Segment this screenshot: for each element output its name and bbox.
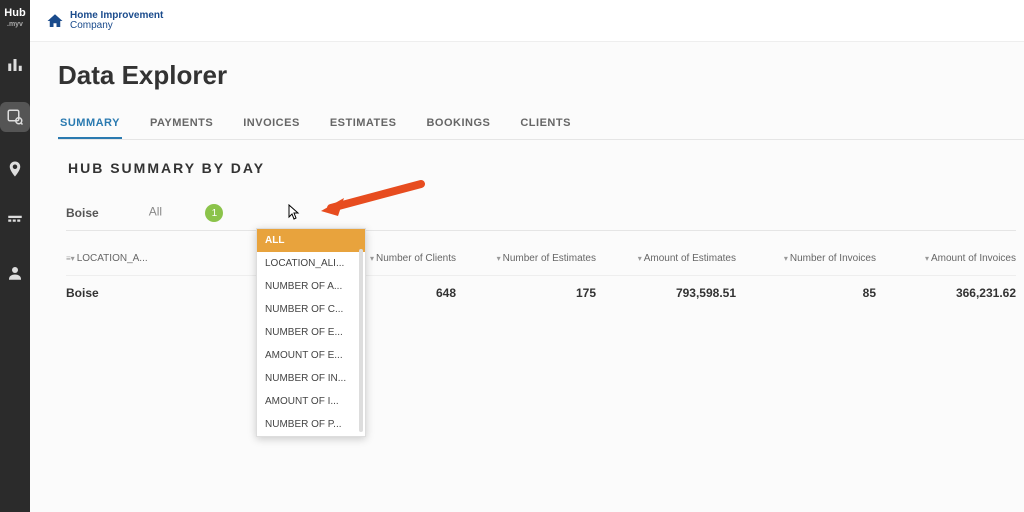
th-estimates[interactable]: ▾Number of Estimates bbox=[456, 253, 596, 264]
rail-logo-sub: .myv bbox=[4, 21, 25, 28]
rail-logo-text: Hub bbox=[4, 7, 25, 19]
th-location[interactable]: ≡▾LOCATION_A... bbox=[66, 253, 176, 264]
dropdown-item-all[interactable]: ALL bbox=[257, 229, 365, 252]
content: Data Explorer SUMMARY PAYMENTS INVOICES … bbox=[30, 42, 1024, 512]
dropdown-scrollbar[interactable] bbox=[359, 249, 363, 432]
tab-invoices[interactable]: INVOICES bbox=[241, 109, 302, 139]
th-label: Amount of Estimates bbox=[644, 253, 736, 264]
dropdown-item[interactable]: NUMBER OF C... bbox=[257, 298, 365, 321]
chart-icon[interactable] bbox=[0, 50, 30, 80]
data-table: ≡▾LOCATION_A... er of ents ▾Number of Cl… bbox=[58, 241, 1024, 310]
tab-bookings[interactable]: BOOKINGS bbox=[424, 109, 492, 139]
cursor-icon bbox=[288, 204, 302, 220]
th-label: Number of Invoices bbox=[790, 253, 876, 264]
filter-selector[interactable]: All 1 bbox=[149, 204, 224, 222]
main-area: Home Improvement Company Data Explorer S… bbox=[30, 0, 1024, 512]
dropdown-item[interactable]: LOCATION_ALI... bbox=[257, 252, 365, 275]
dropdown-item[interactable]: NUMBER OF P... bbox=[257, 413, 365, 436]
filter-selector-label: All bbox=[149, 205, 162, 219]
dropdown-item[interactable]: AMOUNT OF I... bbox=[257, 390, 365, 413]
th-invoices[interactable]: ▾Number of Invoices bbox=[736, 253, 876, 264]
th-amount-invoices[interactable]: ▾Amount of Invoices bbox=[876, 253, 1016, 264]
cell-estimates: 175 bbox=[456, 286, 596, 300]
th-label: LOCATION_A... bbox=[77, 253, 148, 264]
th-amount-estimates[interactable]: ▾Amount of Estimates bbox=[596, 253, 736, 264]
user-icon[interactable] bbox=[0, 258, 30, 288]
tab-clients[interactable]: CLIENTS bbox=[518, 109, 573, 139]
filter-row: Boise All 1 ALL LOCATION_ALI... NUMBER O… bbox=[66, 196, 1016, 231]
tab-summary[interactable]: SUMMARY bbox=[58, 109, 122, 139]
sort-icon: ▾ bbox=[497, 254, 501, 263]
rail-logo: Hub .myv bbox=[4, 8, 25, 28]
filter-location[interactable]: Boise bbox=[66, 206, 99, 220]
annotation-arrow-icon bbox=[316, 176, 426, 216]
topbar: Home Improvement Company bbox=[30, 0, 1024, 42]
house-icon bbox=[46, 12, 64, 30]
th-label: Number of Clients bbox=[376, 253, 456, 264]
explorer-icon[interactable] bbox=[0, 102, 30, 132]
brand-name: Home Improvement bbox=[70, 11, 163, 21]
brand-sub: Company bbox=[70, 21, 163, 31]
sort-icon: ▾ bbox=[784, 254, 788, 263]
dropdown-item[interactable]: NUMBER OF A... bbox=[257, 275, 365, 298]
nav-rail: Hub .myv bbox=[0, 0, 30, 512]
calendar-icon[interactable] bbox=[0, 206, 30, 236]
cell-invoices: 85 bbox=[736, 286, 876, 300]
sort-icon: ▾ bbox=[925, 254, 929, 263]
tab-payments[interactable]: PAYMENTS bbox=[148, 109, 215, 139]
dropdown-item[interactable]: NUMBER OF IN... bbox=[257, 367, 365, 390]
sort-icon: ▾ bbox=[638, 254, 642, 263]
section-title: HUB SUMMARY BY DAY bbox=[68, 160, 1024, 176]
table-header: ≡▾LOCATION_A... er of ents ▾Number of Cl… bbox=[66, 241, 1016, 276]
cell-amount-invoices: 366,231.62 bbox=[876, 286, 1016, 300]
table-row[interactable]: Boise 1 648 175 793,598.51 85 366,231.62 bbox=[66, 276, 1016, 310]
filter-badge: 1 bbox=[205, 204, 223, 222]
brand[interactable]: Home Improvement Company bbox=[46, 11, 163, 31]
pin-icon[interactable] bbox=[0, 154, 30, 184]
cell-amount-estimates: 793,598.51 bbox=[596, 286, 736, 300]
tab-estimates[interactable]: ESTIMATES bbox=[328, 109, 399, 139]
dropdown-item[interactable]: AMOUNT OF E... bbox=[257, 344, 365, 367]
sort-icon: ≡▾ bbox=[66, 254, 75, 263]
dropdown-item[interactable]: NUMBER OF E... bbox=[257, 321, 365, 344]
column-dropdown[interactable]: ALL LOCATION_ALI... NUMBER OF A... NUMBE… bbox=[256, 228, 366, 437]
th-label: Number of Estimates bbox=[503, 253, 596, 264]
tabs: SUMMARY PAYMENTS INVOICES ESTIMATES BOOK… bbox=[58, 109, 1024, 140]
cell-location: Boise bbox=[66, 286, 176, 300]
sort-icon: ▾ bbox=[370, 254, 374, 263]
page-title: Data Explorer bbox=[58, 60, 1024, 91]
th-label: Amount of Invoices bbox=[931, 253, 1016, 264]
